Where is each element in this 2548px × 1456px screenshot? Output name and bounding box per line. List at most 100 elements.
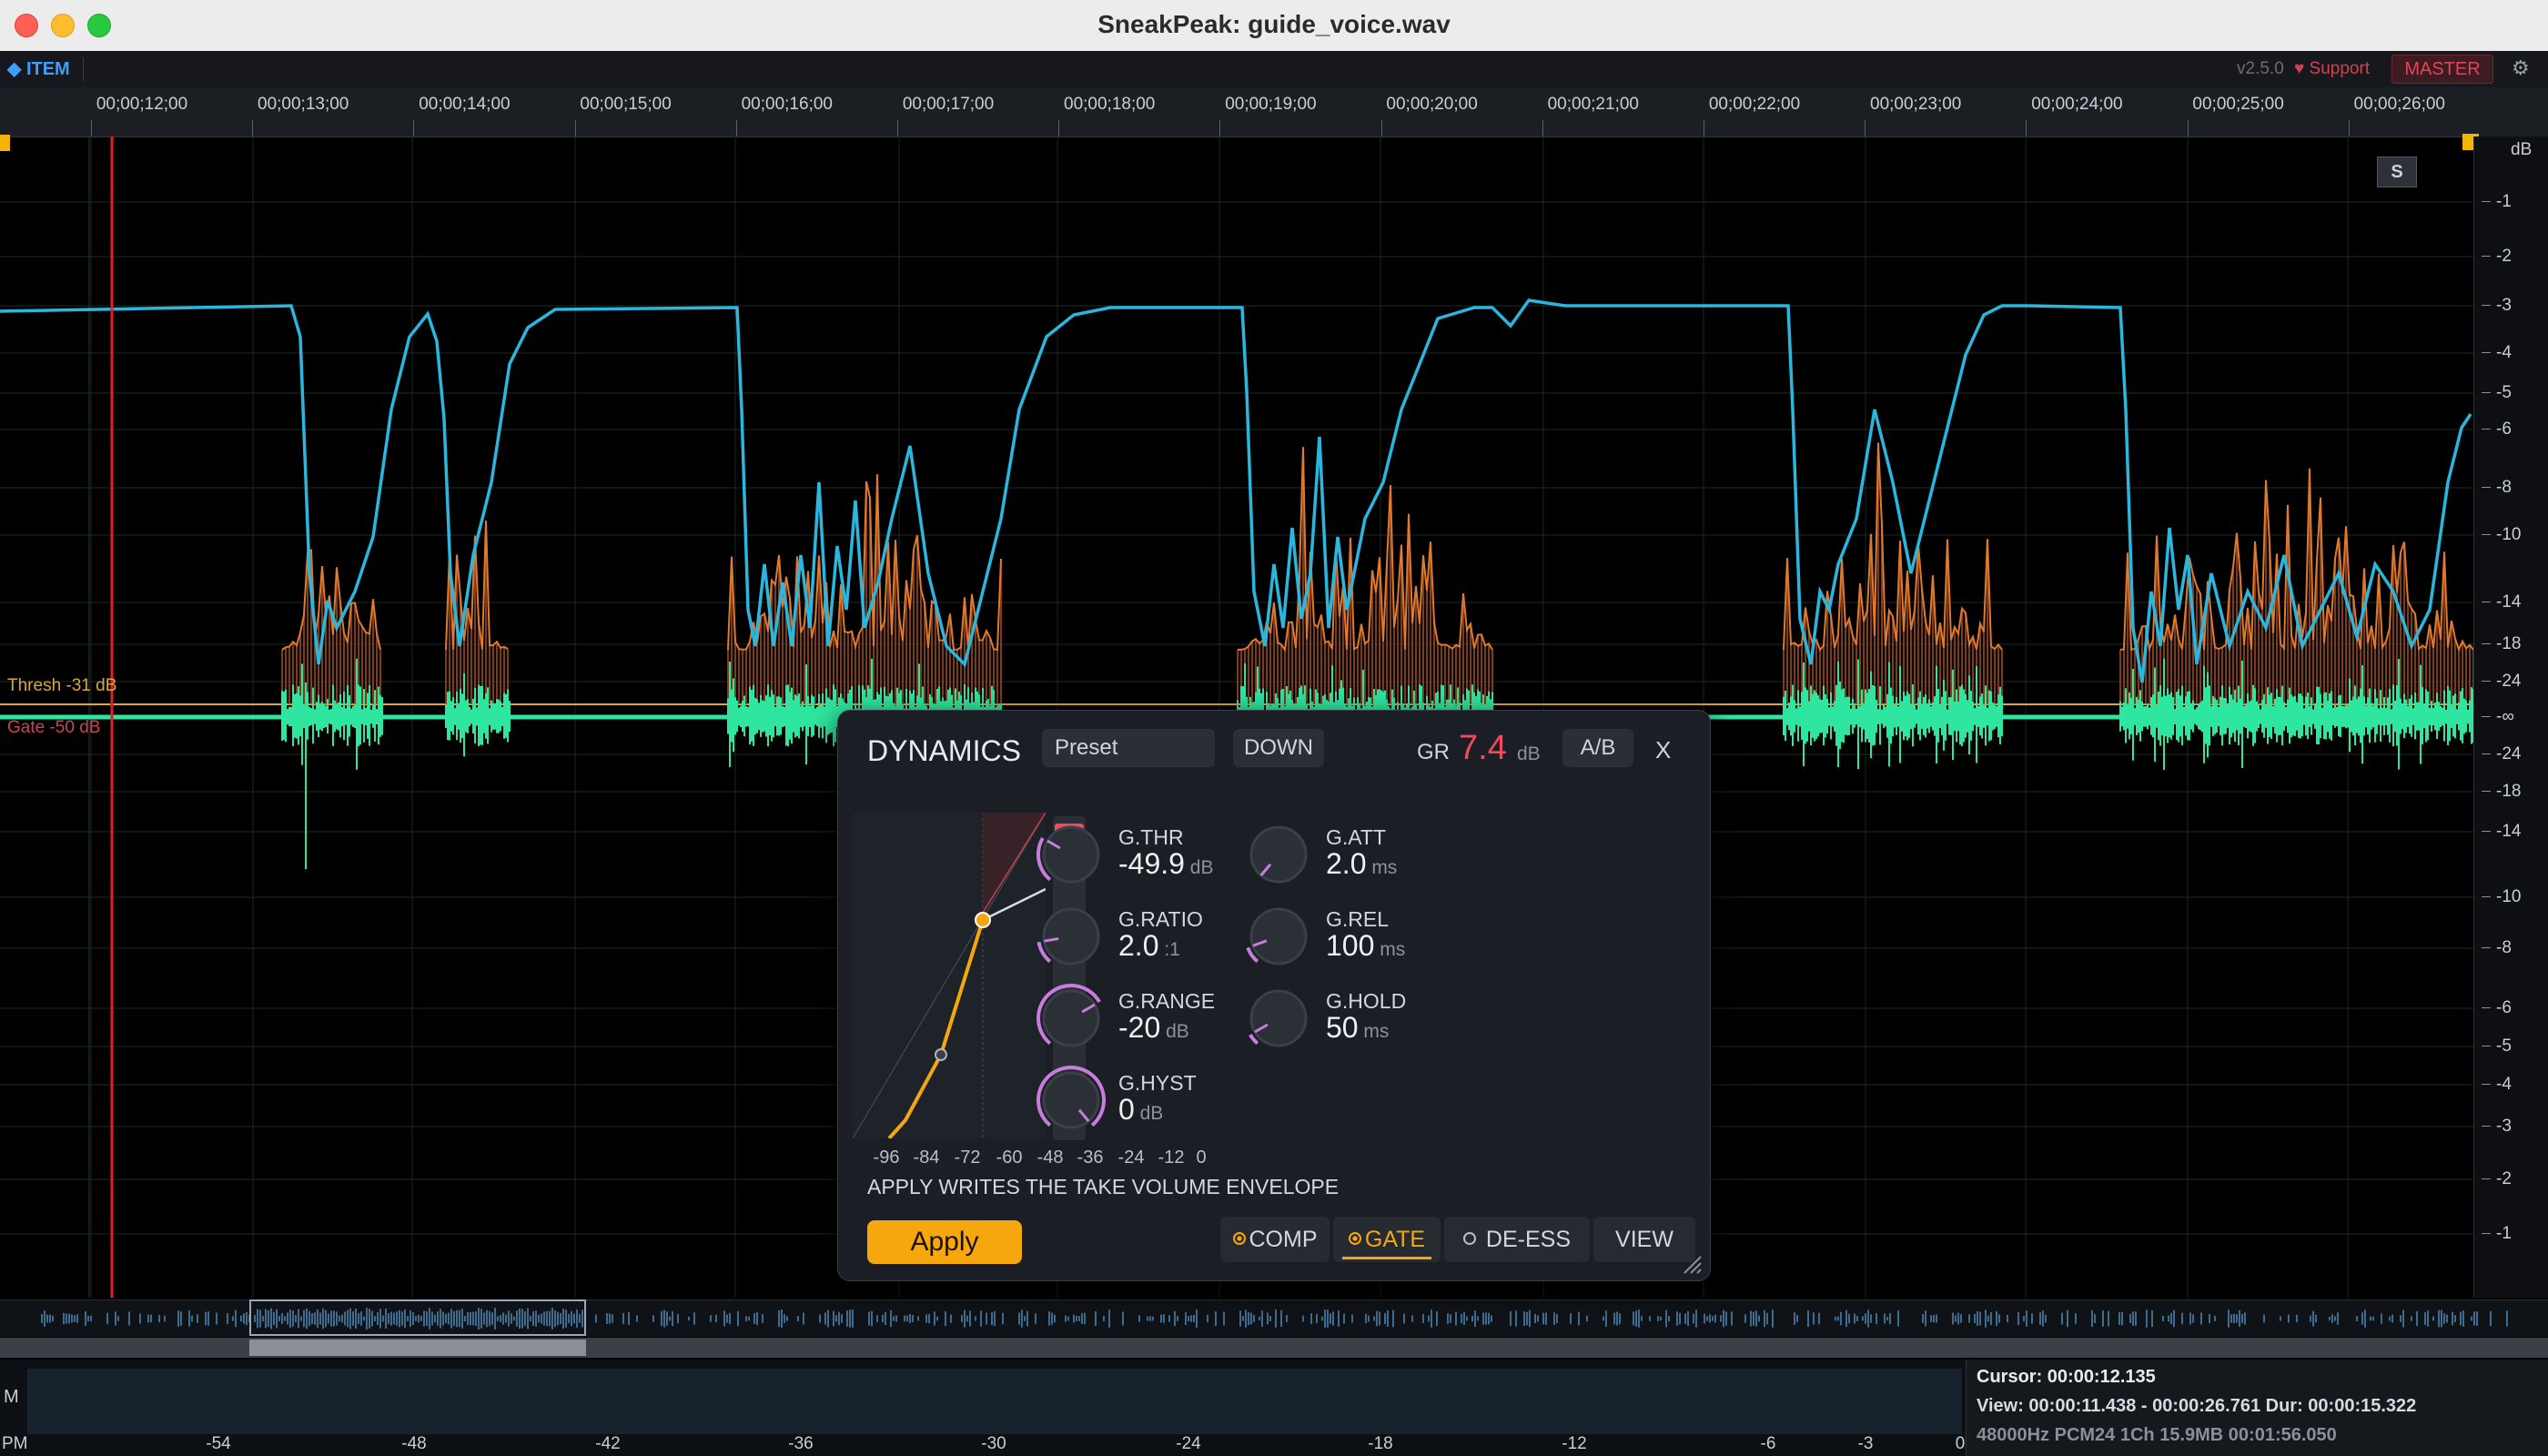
close-dialog-button[interactable]: X — [1655, 736, 1671, 764]
db-tick-label: -2 — [2482, 1169, 2517, 1189]
graph-tick-label: -48 — [1036, 1148, 1064, 1168]
transfer-curve-graph[interactable] — [853, 813, 1046, 1138]
ruler-tick-label: 00;00;15;00 — [580, 95, 672, 114]
knob-label: G.RATIO — [1118, 907, 1203, 931]
resize-grip-icon[interactable] — [1681, 1253, 1703, 1275]
graph-tick-label: -84 — [913, 1148, 940, 1168]
gain-reduction-unit: dB — [1517, 743, 1541, 764]
ruler-tick-label: 00;00;22;00 — [1708, 95, 1801, 114]
gain-curve — [1237, 447, 1493, 652]
item-button[interactable]: ◆ ITEM — [7, 57, 84, 81]
scrollbar-thumb[interactable] — [249, 1340, 586, 1356]
ruler-tick-mark — [413, 120, 415, 136]
window-title: SneakPeak: guide_voice.wav — [1097, 10, 1451, 38]
db-tick-label: -5 — [2482, 1036, 2517, 1057]
tab-gate-label: GATE — [1364, 1227, 1426, 1252]
meter-tick-label: -3 — [1857, 1434, 1874, 1453]
meter-tick-label: -30 — [981, 1434, 1006, 1453]
preset-dropdown[interactable]: Preset — [1042, 729, 1215, 767]
knob-value-unit: ms — [1366, 857, 1398, 878]
mode-down-button[interactable]: DOWN — [1233, 729, 1324, 767]
knob-value-number: 2.0 — [1326, 847, 1367, 880]
knob-label: G.HOLD — [1326, 989, 1407, 1013]
db-tick-label: -2 — [2482, 247, 2517, 267]
db-scale: dB -1 -2 -3 -4 -5 -6 -8 -10 -14 -18 -24 -∞ -24 -18 -14… — [2473, 136, 2548, 1298]
ruler-tick-label: 00;00;18;00 — [1064, 95, 1156, 114]
master-button[interactable]: MASTER — [2391, 55, 2493, 84]
knob-g-hold[interactable] — [1242, 982, 1315, 1055]
knob-label: G.THR — [1118, 825, 1184, 849]
knob-value-unit: dB — [1160, 1021, 1189, 1042]
knob-g-range[interactable] — [1035, 982, 1107, 1055]
knob-value-number: 50 — [1326, 1011, 1359, 1044]
ruler-tick-label: 00;00;19;00 — [1225, 95, 1317, 114]
db-tick-label: -14 — [2482, 822, 2526, 842]
tab-gate[interactable]: GATE — [1333, 1217, 1441, 1262]
support-link[interactable]: ♥ Support — [2294, 59, 2370, 79]
db-tick-label: -24 — [2482, 744, 2526, 764]
knob-label: G.REL — [1326, 907, 1390, 931]
time-ruler[interactable]: 00;00;12;00 00;00;13;00 00;00;14;00 00;00;1… — [0, 87, 2548, 137]
loop-start-marker[interactable] — [0, 135, 10, 151]
ruler-tick-mark — [574, 120, 576, 136]
gear-icon[interactable]: ⚙ — [2512, 56, 2530, 80]
knob-value[interactable]: 2.0 ms — [1326, 847, 1397, 881]
db-tick-label: -3 — [2482, 1117, 2517, 1137]
meter-tick-label: -6 — [1760, 1434, 1776, 1453]
solo-button[interactable]: S — [2377, 157, 2417, 187]
ruler-tick-mark — [1865, 120, 1866, 136]
ruler-tick-mark — [2348, 120, 2350, 136]
ruler-tick-label: 00;00;21;00 — [1547, 95, 1639, 114]
knob-g-hyst[interactable] — [1035, 1064, 1107, 1137]
db-tick-label: -1 — [2482, 1224, 2517, 1244]
knob-value[interactable]: -20 dB — [1118, 1011, 1189, 1045]
knob-value[interactable]: 100 ms — [1326, 929, 1405, 963]
dialog-title: DYNAMICS — [867, 734, 1021, 767]
knob-value-unit: ms — [1374, 939, 1406, 960]
ruler-tick-mark — [91, 120, 92, 136]
gain-reduction-label: GR — [1417, 740, 1450, 764]
knob-value[interactable]: 50 ms — [1326, 1011, 1389, 1045]
meter-tick-label: -24 — [1176, 1434, 1201, 1453]
graph-tick-label: 0 — [1196, 1148, 1207, 1168]
knob-value[interactable]: -49.9 dB — [1118, 847, 1213, 881]
meter-tick-label: -12 — [1562, 1434, 1587, 1453]
tab-comp[interactable]: COMP — [1220, 1217, 1330, 1262]
db-tick-label: -6 — [2482, 420, 2517, 440]
ruler-tick-mark — [897, 120, 898, 136]
ruler-tick-label: 00;00;17;00 — [902, 95, 995, 114]
gate-label: Gate -50 dB — [7, 718, 101, 737]
meter-tick-label: -54 — [206, 1434, 231, 1453]
db-tick-label: -8 — [2482, 938, 2517, 958]
ab-compare-button[interactable]: A/B — [1562, 729, 1633, 767]
db-tick-label: -10 — [2482, 887, 2526, 907]
ruler-tick-mark — [1058, 120, 1060, 136]
ruler-tick-label: 00;00;12;00 — [96, 95, 188, 114]
ruler-tick-label: 00;00;16;00 — [741, 95, 833, 114]
ruler-tick-label: 00;00;25;00 — [2192, 95, 2284, 114]
graph-tick-label: -60 — [996, 1148, 1023, 1168]
overview-selection[interactable] — [249, 1299, 586, 1336]
knob-label: G.RANGE — [1118, 989, 1216, 1013]
knob-value[interactable]: 2.0 :1 — [1118, 929, 1180, 963]
knob-label: G.HYST — [1118, 1071, 1197, 1095]
knob-value-unit: dB — [1134, 1103, 1164, 1124]
db-tick-label: -6 — [2482, 998, 2517, 1018]
knob-g-att[interactable] — [1242, 818, 1315, 891]
tab-de-ess[interactable]: DE-ESS — [1444, 1217, 1590, 1262]
knob-g-ratio[interactable] — [1035, 900, 1107, 973]
db-tick-label: -10 — [2482, 525, 2526, 545]
ruler-tick-mark — [1380, 120, 1382, 136]
meter-channel-label: M — [4, 1387, 19, 1407]
knob-value-unit: ms — [1358, 1021, 1390, 1042]
ruler-tick-mark — [1542, 120, 1543, 136]
apply-button[interactable]: Apply — [867, 1220, 1022, 1264]
meter-tick-label: -48 — [401, 1434, 427, 1453]
knob-value[interactable]: 0 dB — [1118, 1093, 1163, 1127]
version-label: v2.5.0 — [2237, 59, 2284, 78]
knob-value-number: -20 — [1118, 1011, 1161, 1044]
db-tick-label: -5 — [2482, 383, 2517, 403]
graph-tick-label: -12 — [1158, 1148, 1185, 1168]
knob-g-thr[interactable] — [1035, 818, 1107, 891]
knob-g-rel[interactable] — [1242, 900, 1315, 973]
